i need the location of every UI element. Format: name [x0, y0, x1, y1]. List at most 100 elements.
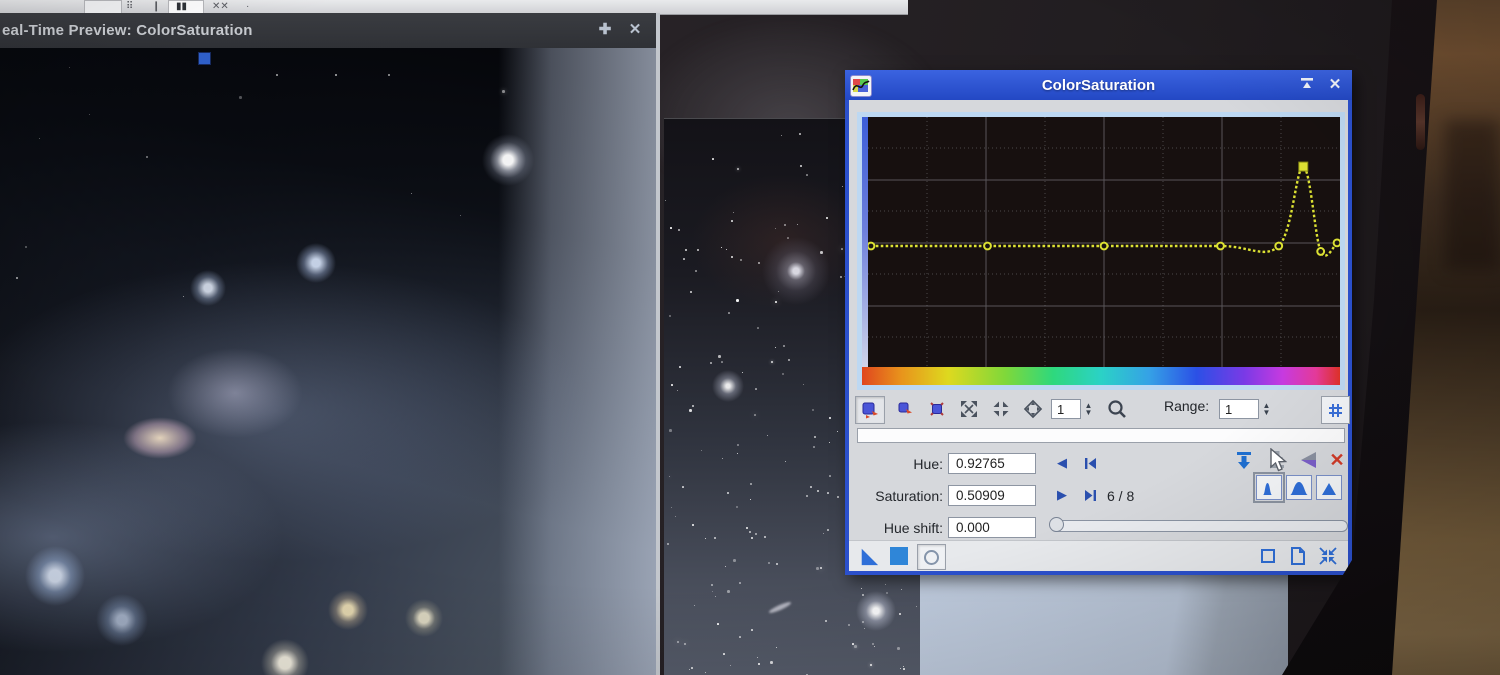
range-value[interactable]: 1 [1219, 399, 1259, 419]
star [721, 361, 723, 363]
star [758, 262, 761, 265]
zoom-spin-arrows[interactable]: ▲ ▼ [1081, 399, 1096, 419]
first-point-button[interactable] [1080, 453, 1100, 473]
hue-shift-field[interactable]: 0.000 [948, 517, 1036, 538]
star [820, 251, 823, 254]
star [736, 299, 739, 302]
apply-button[interactable] [887, 544, 911, 568]
star [750, 483, 753, 486]
hue-gradient-bar [862, 367, 1340, 385]
star [775, 301, 777, 303]
close-icon[interactable]: ✕ [624, 19, 646, 41]
star [901, 589, 903, 591]
star [737, 453, 738, 454]
star [183, 296, 185, 298]
reset-curve-button[interactable]: ✕ [1325, 448, 1349, 472]
star [733, 212, 735, 214]
star [848, 624, 851, 627]
invert-curve-button[interactable] [1296, 448, 1320, 472]
star [692, 405, 695, 408]
last-point-button[interactable] [1080, 485, 1100, 505]
dialog-body: 1 ▲ ▼ Range: 1 ▲ ▼ Hue: 0.92765 ◀ ✕ Satu… [845, 100, 1352, 575]
zoom-extents-icon[interactable] [955, 396, 983, 422]
preview-title-bar[interactable]: eal-Time Preview: ColorSaturation ✚ ✕ [0, 13, 656, 49]
select-point-mode-button[interactable] [891, 396, 919, 422]
star [784, 224, 787, 227]
star [799, 133, 801, 135]
curve-plot[interactable] [868, 117, 1340, 367]
star [823, 533, 824, 534]
new-instance-button[interactable] [857, 544, 881, 568]
background-panel [920, 568, 1288, 675]
pan-mode-icon[interactable] [1019, 396, 1047, 422]
realtime-preview-button[interactable] [917, 544, 946, 570]
detach-icon[interactable]: ✚ [594, 19, 616, 41]
star [677, 390, 679, 392]
saturation-curve[interactable] [868, 117, 1340, 367]
star [714, 537, 716, 539]
hue-label: Hue: [913, 456, 943, 472]
star [862, 594, 865, 597]
toolbar-icon[interactable]: · [246, 1, 249, 12]
previous-point-button[interactable]: ◀ [1052, 453, 1072, 473]
star [678, 229, 681, 232]
toolbar-icon[interactable]: ⠿ [126, 1, 133, 12]
star [837, 496, 839, 498]
toolbar-icon[interactable]: ▮▮ [176, 1, 187, 12]
interpolation-linear-button[interactable] [1316, 475, 1342, 500]
star [712, 158, 714, 160]
star [711, 584, 713, 586]
galaxy-preview-image[interactable] [0, 48, 656, 675]
star [411, 193, 413, 195]
toolbar-icon[interactable]: ❙ [152, 1, 160, 12]
star [731, 220, 733, 222]
zoom-contract-icon[interactable] [987, 396, 1015, 422]
star [776, 563, 779, 566]
hue-shift-slider[interactable] [1049, 517, 1348, 532]
realtime-preview-window: eal-Time Preview: ColorSaturation ✚ ✕ [0, 13, 660, 675]
star [764, 536, 767, 539]
shade-icon[interactable] [1296, 74, 1318, 96]
zoom-in-icon[interactable] [1103, 396, 1131, 422]
star [728, 312, 730, 314]
star [715, 596, 717, 598]
star [736, 506, 739, 509]
toolbar-icon[interactable]: ✕✕ [212, 1, 229, 12]
star [755, 533, 758, 536]
star [750, 499, 752, 501]
star [829, 442, 830, 443]
slider-handle[interactable] [1049, 517, 1064, 532]
selection-handle[interactable] [198, 52, 211, 65]
edit-point-mode-button[interactable] [855, 396, 885, 424]
star [870, 664, 872, 666]
star [731, 256, 734, 259]
star [776, 647, 778, 649]
star [827, 492, 829, 494]
star [685, 249, 688, 252]
zoom-value[interactable]: 1 [1051, 399, 1081, 419]
range-spinbox[interactable]: 1 ▲ ▼ [1219, 399, 1274, 419]
star [885, 584, 887, 586]
browse-mode-button[interactable] [1256, 544, 1280, 568]
documentation-button[interactable] [1286, 544, 1310, 568]
point-indicator: 6 / 8 [1107, 488, 1135, 504]
star [897, 647, 900, 650]
next-point-button[interactable]: ▶ [1052, 485, 1072, 505]
star [767, 435, 768, 436]
star [854, 645, 857, 648]
star [710, 362, 712, 364]
track-view-button[interactable] [1232, 448, 1256, 472]
delete-point-mode-button[interactable] [923, 396, 951, 422]
star [757, 327, 759, 329]
reset-button[interactable] [1316, 544, 1340, 568]
hue-field[interactable]: 0.92765 [948, 453, 1036, 474]
saturation-field[interactable]: 0.50909 [948, 485, 1036, 506]
close-icon[interactable]: ✕ [1324, 74, 1346, 96]
star [770, 661, 773, 664]
star [16, 277, 19, 280]
range-spin-arrows[interactable]: ▲ ▼ [1259, 399, 1274, 419]
grid-toggle-button[interactable] [1321, 396, 1350, 424]
zoom-spinbox[interactable]: 1 ▲ ▼ [1051, 399, 1096, 419]
dialog-title-bar[interactable]: ColorSaturation ✕ [845, 70, 1352, 100]
curve-editor[interactable] [857, 112, 1345, 390]
